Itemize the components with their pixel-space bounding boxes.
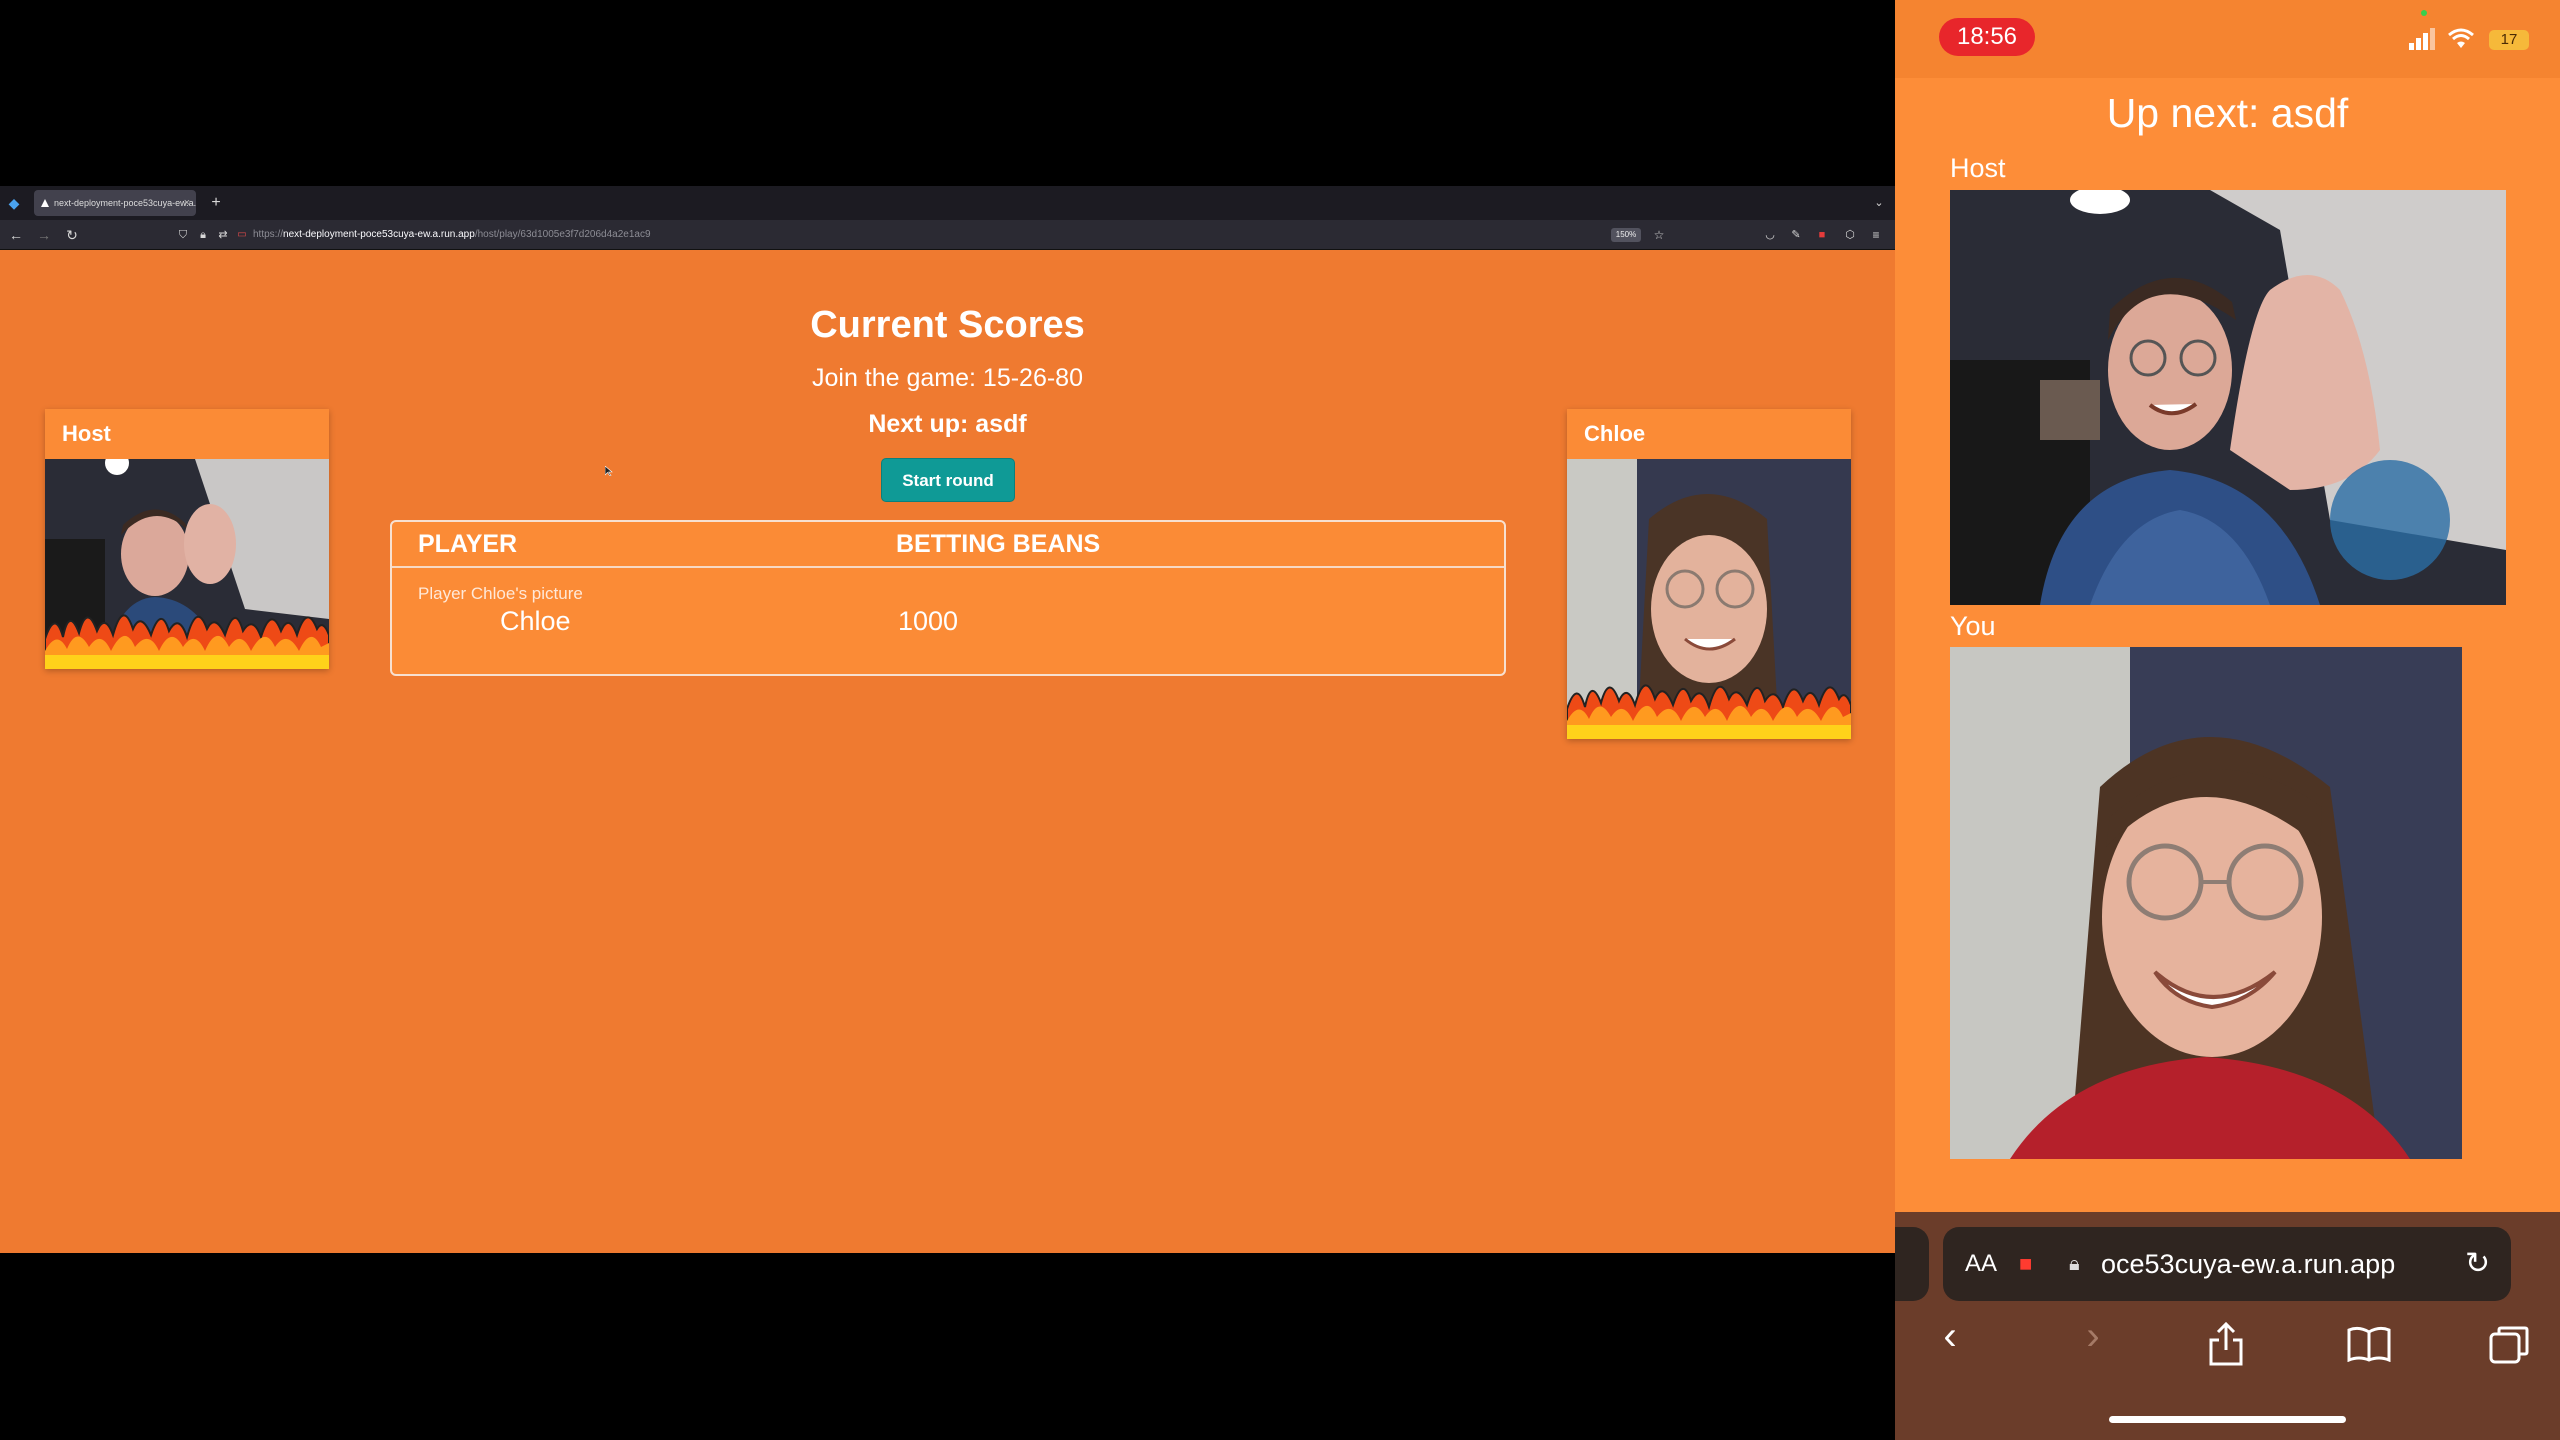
pocket-icon[interactable]: ◡ (1760, 220, 1780, 250)
scores-table: PLAYER BETTING BEANS Player Chloe's pict… (390, 520, 1506, 676)
flames-overlay (45, 614, 329, 669)
self-webcam-image (1950, 647, 2462, 1159)
address-bar[interactable]: https://next-deployment-poce53cuya-ew.a.… (253, 220, 651, 250)
screen: ◆ next-deployment-poce53cuya-ew.a.run.ap… (0, 0, 2560, 1440)
url-host: next-deployment-poce53cuya-ew.a.run.app (283, 229, 475, 240)
join-code-text: Join the game: 15-26-80 (811, 364, 1083, 392)
host-webcam-image (1950, 190, 2506, 605)
host-video-label: Host (1950, 153, 2006, 183)
camera-sharing-icon[interactable]: ▭ (232, 220, 252, 250)
wifi-icon (2448, 28, 2474, 48)
bookmark-star-icon[interactable]: ☆ (1649, 220, 1669, 250)
lock-icon: 🔒︎ (2069, 1253, 2080, 1275)
table-row: Player Chloe's picture Chloe 1000 (392, 568, 1504, 674)
lock-icon[interactable]: 🔒︎ (193, 220, 213, 250)
reload-icon[interactable]: ↻ (2465, 1227, 2490, 1301)
extensions-icon[interactable]: ⬡ (1840, 220, 1860, 250)
card-label-chloe: Chloe (1584, 421, 1646, 446)
zoom-level-badge[interactable]: 150% (1611, 228, 1641, 242)
tab-list-chevron-icon[interactable]: ⌄ (1869, 188, 1889, 218)
vercel-triangle-icon (41, 199, 49, 207)
bookmarks-book-icon[interactable] (2347, 1326, 2391, 1362)
home-indicator[interactable] (2109, 1416, 2346, 1423)
battery-indicator: 17 (2489, 30, 2529, 50)
host-video-card: Host (45, 409, 329, 669)
player-picture-alt-text: Player Chloe's picture (418, 584, 583, 603)
phone-self-video (1950, 647, 2462, 1159)
menu-hamburger-icon[interactable]: ≡ (1866, 220, 1886, 250)
camera-in-use-dot (2421, 10, 2427, 16)
permissions-icon[interactable]: ⇄ (213, 220, 233, 250)
game-host-page: Current Scores Join the game: 15-26-80 N… (0, 250, 1895, 1253)
text-size-button[interactable]: AA (1965, 1227, 1997, 1301)
mouse-cursor (604, 463, 613, 477)
url-path: /host/play/63d1005e3f7d206d4a2e1ac9 (474, 229, 651, 240)
cellular-signal-icon (2409, 28, 2435, 50)
phone-host-video (1950, 190, 2506, 605)
new-tab-button[interactable]: + (206, 188, 226, 218)
close-tab-icon[interactable]: × (184, 190, 190, 216)
share-icon[interactable] (2208, 1322, 2244, 1366)
safari-address-bar[interactable]: AA ■ 🔒︎ oce53cuya-ew.a.run.app ↻ (1943, 1227, 2511, 1301)
tab-bar: ◆ next-deployment-poce53cuya-ew.a.run.ap… (0, 186, 1895, 220)
chloe-video-card: Chloe (1567, 409, 1851, 739)
page-title: Current Scores (810, 304, 1085, 346)
camera-in-use-icon[interactable]: ■ (2019, 1227, 2032, 1301)
start-round-button[interactable]: Start round (881, 458, 1015, 502)
chloe-video-feed (1567, 459, 1851, 739)
forward-arrow-icon[interactable]: → (34, 220, 54, 250)
browser-tab[interactable]: next-deployment-poce53cuya-ew.a.run.app … (34, 190, 196, 216)
column-header-betting-beans: BETTING BEANS (896, 530, 1101, 558)
host-video-feed (45, 459, 329, 669)
column-header-player: PLAYER (418, 530, 518, 558)
player-name-cell: Chloe (500, 606, 571, 636)
forward-chevron-icon[interactable]: › (2078, 1314, 2108, 1359)
previous-tab-stub[interactable] (1895, 1227, 1929, 1301)
safari-url-text: oce53cuya-ew.a.run.app (2101, 1249, 2396, 1279)
betting-beans-cell: 1000 (898, 606, 959, 636)
tools-icon[interactable]: ✎ (1786, 220, 1806, 250)
tab-title: next-deployment-poce53cuya-ew.a.run.app (54, 198, 196, 208)
url-scheme: https:// (253, 229, 284, 240)
adblock-icon[interactable]: ■ (1812, 220, 1832, 250)
navigation-bar: ← → ↻ ⛉ 🔒︎ ⇄ ▭ https://next-deployment-p… (0, 220, 1895, 250)
tabs-overview-icon[interactable] (2489, 1326, 2529, 1364)
safari-toolbar: AA ■ 🔒︎ oce53cuya-ew.a.run.app ↻ ‹ › (1895, 1212, 2560, 1440)
phone-screen: 18:56 17 Up next: asdf Host You AA ■ 🔒︎ … (1895, 0, 2560, 1440)
status-time: 18:56 (1939, 18, 2035, 56)
back-chevron-icon[interactable]: ‹ (1935, 1314, 1965, 1359)
you-video-label: You (1950, 611, 1996, 641)
reload-icon[interactable]: ↻ (62, 220, 82, 250)
desktop-browser-window: ◆ next-deployment-poce53cuya-ew.a.run.ap… (0, 186, 1895, 1253)
back-arrow-icon[interactable]: ← (6, 220, 26, 250)
shield-icon[interactable]: ⛉ (173, 220, 193, 250)
firefox-view-icon[interactable]: ◆ (4, 188, 24, 218)
status-bar: 18:56 17 (1895, 0, 2560, 78)
card-label-host: Host (62, 421, 111, 446)
flames-overlay (1567, 684, 1851, 739)
up-next-title: Up next: asdf (2106, 90, 2349, 136)
